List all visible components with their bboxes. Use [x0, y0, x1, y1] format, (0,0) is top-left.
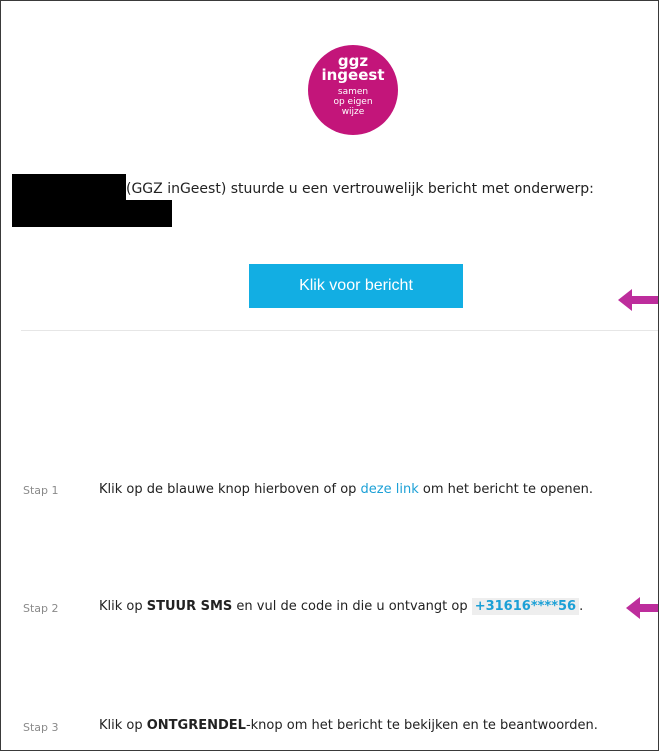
step-3-bold: ONTGRENDEL — [146, 718, 246, 733]
step-2-text-before: Klik op — [99, 599, 147, 614]
step-1-text-before: Klik op de blauwe knop hierboven of op — [99, 482, 361, 497]
logo-tagline-1: samen — [337, 87, 369, 97]
divider — [21, 330, 658, 331]
step-2-text: Klik op STUUR SMS en vul de code in die … — [99, 598, 584, 615]
ggz-ingeest-logo: ggz ingeest samen op eigen wijze — [308, 45, 398, 135]
logo-text-ingeest: ingeest — [321, 66, 385, 84]
pointer-arrow-icon — [626, 597, 658, 619]
step-1-text: Klik op de blauwe knop hierboven of op d… — [99, 482, 593, 497]
redacted-subject — [12, 200, 172, 227]
step-1-text-after: om het bericht te openen. — [418, 482, 593, 497]
step-3-text-before: Klik op — [99, 718, 147, 733]
open-message-link[interactable]: deze link — [361, 482, 419, 497]
logo-tagline-3: wijze — [341, 107, 365, 117]
step-3-text: Klik op ONTGRENDEL-knop om het bericht t… — [99, 718, 598, 733]
step-2-text-middle: en vul de code in die u ontvangt op — [232, 599, 472, 614]
phone-number: +31616****56 — [471, 598, 580, 615]
step-3-text-after: -knop om het bericht te bekijken en te b… — [245, 718, 598, 733]
sender-message-text: (GGZ inGeest) stuurde u een vertrouwelij… — [126, 181, 594, 197]
step-2-bold: STUUR SMS — [146, 599, 233, 614]
logo-tagline-2: op eigen — [333, 97, 373, 107]
step-1-label: Stap 1 — [23, 484, 59, 497]
step-2-label: Stap 2 — [23, 602, 59, 615]
step-2-text-after: . — [579, 599, 584, 614]
open-message-button[interactable]: Klik voor bericht — [249, 264, 463, 308]
pointer-arrow-icon — [618, 289, 658, 311]
email-body: ggz ingeest samen op eigen wijze (GGZ in… — [0, 0, 659, 751]
redacted-sender-name — [12, 174, 126, 201]
step-3-label: Stap 3 — [23, 721, 59, 734]
